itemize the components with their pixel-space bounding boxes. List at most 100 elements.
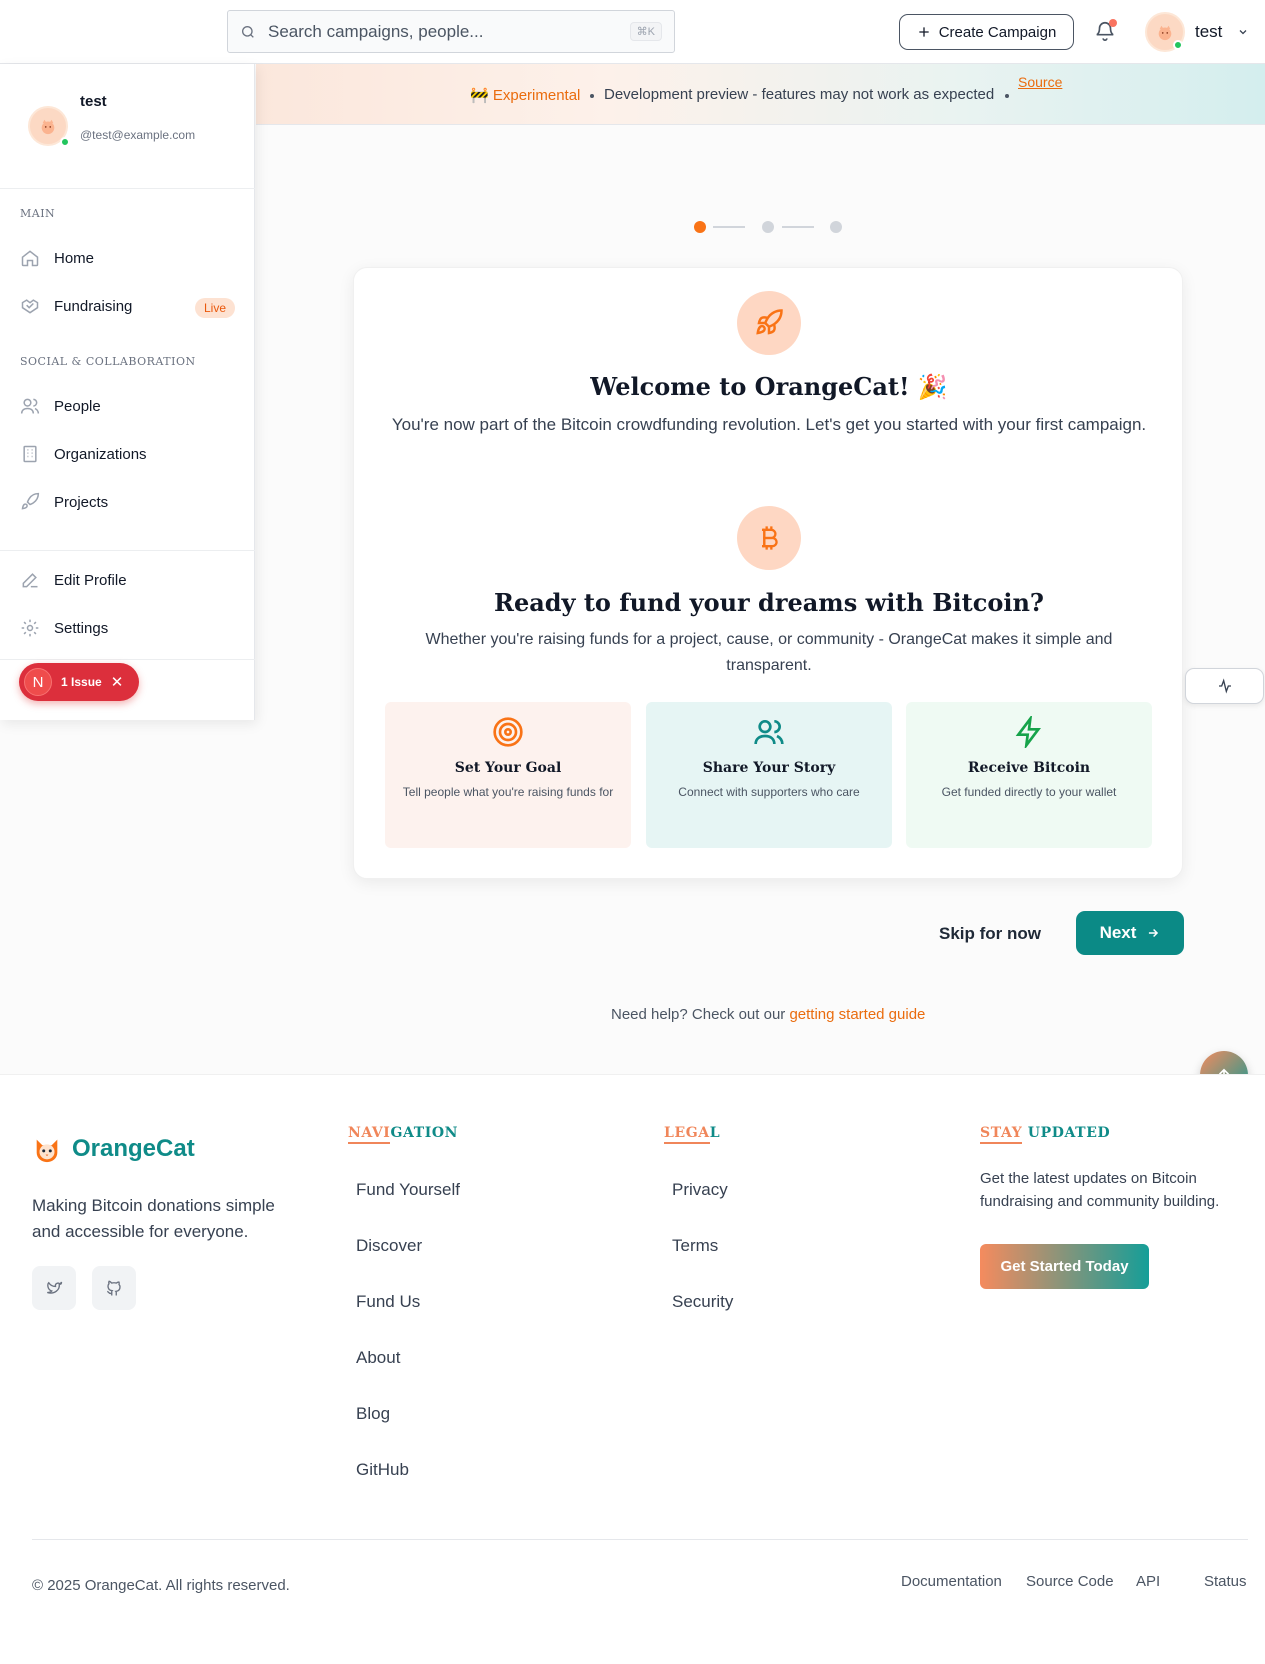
users-icon xyxy=(754,720,784,745)
sidebar-item-people[interactable]: People xyxy=(20,386,240,426)
sidebar-item-home[interactable]: Home xyxy=(20,238,240,278)
footer-logo[interactable]: OrangeCat xyxy=(32,1134,195,1164)
legal-heading: LEGAL xyxy=(664,1125,721,1144)
footer-link-discover[interactable]: Discover xyxy=(356,1236,422,1256)
bitcoin-badge xyxy=(737,506,801,570)
issue-avatar-letter: N xyxy=(24,668,52,696)
ready-title: Ready to fund your dreams with Bitcoin? xyxy=(494,588,1044,617)
activity-monitor-button[interactable] xyxy=(1185,668,1264,704)
skip-button[interactable]: Skip for now xyxy=(939,924,1041,944)
feature-description: Connect with supporters who care xyxy=(678,785,860,799)
divider xyxy=(0,188,255,189)
sidebar-item-settings[interactable]: Settings xyxy=(20,608,240,648)
footer-link-privacy[interactable]: Privacy xyxy=(672,1180,728,1200)
issue-count-label: 1 Issue xyxy=(61,675,102,689)
sidebar-item-label: People xyxy=(54,397,101,415)
copyright: © 2025 OrangeCat. All rights reserved. xyxy=(32,1577,290,1594)
onboarding-card: Welcome to OrangeCat! 🎉 You're now part … xyxy=(353,267,1183,879)
welcome-subtitle: You're now part of the Bitcoin crowdfund… xyxy=(391,415,1147,434)
cat-logo-icon xyxy=(36,1139,58,1163)
step-dot xyxy=(762,221,774,233)
source-link[interactable]: Source xyxy=(1018,74,1062,90)
sidebar: test @test@example.com MAIN Home Fundrai… xyxy=(0,64,255,720)
feature-description: Tell people what you're raising funds fo… xyxy=(402,785,614,799)
experimental-label: 🚧 Experimental xyxy=(470,87,581,104)
search-input[interactable]: Search campaigns, people... ⌘K xyxy=(227,10,675,53)
user-menu-name[interactable]: test xyxy=(1195,22,1222,42)
ready-subtitle: Whether you're raising funds for a proje… xyxy=(425,631,1113,674)
experimental-banner: 🚧 Experimental Development preview - fea… xyxy=(256,64,1265,125)
online-status-dot xyxy=(60,137,70,147)
section-label-social: SOCIAL & COLLABORATION xyxy=(20,355,196,368)
home-icon xyxy=(21,250,39,267)
separator-dot xyxy=(1005,94,1009,98)
sidebar-item-label: Organizations xyxy=(54,445,147,463)
footer-link-source-code[interactable]: Source Code xyxy=(1026,1573,1114,1590)
navigation-heading: NAVIGATION xyxy=(348,1125,459,1144)
sidebar-item-projects[interactable]: Projects xyxy=(20,482,240,522)
github-icon xyxy=(106,1280,121,1296)
github-button[interactable] xyxy=(92,1266,136,1310)
feature-description: Get funded directly to your wallet xyxy=(941,785,1117,799)
activity-icon xyxy=(1218,678,1231,694)
footer-link-fund-us[interactable]: Fund Us xyxy=(356,1292,420,1312)
rocket-icon xyxy=(21,492,40,510)
search-icon xyxy=(242,25,254,38)
feature-title: Set Your Goal xyxy=(454,760,562,776)
footer-link-blog[interactable]: Blog xyxy=(356,1404,390,1424)
step-dot xyxy=(830,221,842,233)
sidebar-item-label: Home xyxy=(54,249,95,267)
sidebar-item-label: Edit Profile xyxy=(54,571,127,589)
footer-divider xyxy=(32,1539,1248,1540)
footer-link-security[interactable]: Security xyxy=(672,1292,733,1312)
feature-title: Receive Bitcoin xyxy=(967,760,1091,776)
create-campaign-label: Create Campaign xyxy=(938,23,1057,41)
footer-link-documentation[interactable]: Documentation xyxy=(901,1573,1002,1590)
divider xyxy=(0,659,255,660)
feature-card-share-story: Share Your Story Connect with supporters… xyxy=(646,702,892,848)
chevron-down-icon[interactable] xyxy=(1237,26,1249,38)
heading-underline: NAVI xyxy=(348,1125,391,1144)
sidebar-item-label: Projects xyxy=(54,493,109,511)
next-button[interactable]: Next xyxy=(1076,911,1184,955)
handshake-icon xyxy=(21,299,39,314)
gear-icon xyxy=(21,619,39,637)
pencil-icon xyxy=(22,573,38,588)
footer-link-terms[interactable]: Terms xyxy=(672,1236,718,1256)
sidebar-item-label: Settings xyxy=(54,619,109,637)
footer-link-api[interactable]: API xyxy=(1136,1573,1160,1590)
sidebar-item-organizations[interactable]: Organizations xyxy=(20,434,240,474)
getting-started-link[interactable]: getting started guide xyxy=(789,1006,925,1023)
sidebar-item-label: Fundraising xyxy=(54,297,133,315)
twitter-button[interactable] xyxy=(32,1266,76,1310)
footer-link-github[interactable]: GitHub xyxy=(356,1460,409,1480)
help-prefix: Need help? Check out our xyxy=(611,1006,786,1023)
footer-link-status[interactable]: Status xyxy=(1204,1573,1247,1590)
heading-rest: GATION xyxy=(390,1125,459,1141)
rocket-badge xyxy=(737,291,801,355)
close-icon[interactable]: ✕ xyxy=(111,673,124,691)
notification-dot xyxy=(1109,19,1117,27)
create-campaign-button[interactable]: Create Campaign xyxy=(899,14,1074,50)
live-badge: Live xyxy=(195,298,236,318)
welcome-title: Welcome to OrangeCat! 🎉 xyxy=(590,372,948,401)
separator-dot xyxy=(590,94,594,98)
sidebar-user-handle: @test@example.com xyxy=(80,128,196,142)
banner-message: Development preview - features may not w… xyxy=(604,86,995,103)
target-icon xyxy=(493,717,523,747)
issue-indicator[interactable]: N 1 Issue ✕ xyxy=(19,663,139,701)
get-started-button[interactable]: Get Started Today xyxy=(980,1244,1149,1289)
footer-brand: OrangeCat xyxy=(72,1135,195,1162)
building-icon xyxy=(23,445,37,463)
footer-link-fund-yourself[interactable]: Fund Yourself xyxy=(356,1180,460,1200)
feature-card-receive-bitcoin: Receive Bitcoin Get funded directly to y… xyxy=(906,702,1152,848)
footer-link-about[interactable]: About xyxy=(356,1348,400,1368)
feature-title: Share Your Story xyxy=(702,760,836,776)
heading-rest: L xyxy=(709,1125,721,1141)
feature-card-set-goal: Set Your Goal Tell people what you're ra… xyxy=(385,702,631,848)
sidebar-user-name: test xyxy=(80,93,107,110)
newsletter-text: Get the latest updates on Bitcoin fundra… xyxy=(980,1170,1220,1210)
users-icon xyxy=(20,398,40,414)
sidebar-item-edit-profile[interactable]: Edit Profile xyxy=(20,560,240,600)
rocket-icon xyxy=(756,309,783,335)
